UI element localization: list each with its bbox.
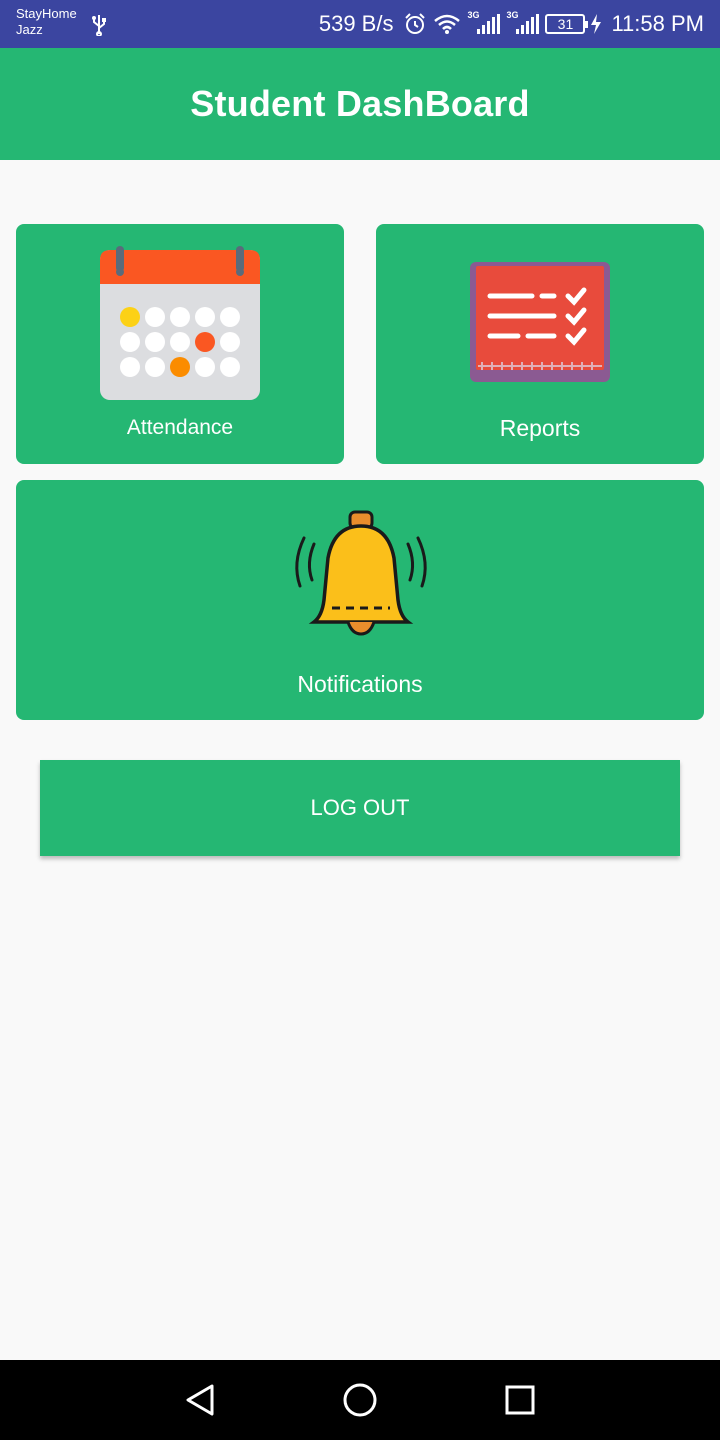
reports-card[interactable]: Reports — [376, 224, 704, 464]
logout-button[interactable]: LOG OUT — [40, 760, 680, 856]
status-bar: StayHome Jazz 539 B/s 3G 3G 31 11:58 PM — [0, 0, 720, 48]
back-icon[interactable] — [180, 1380, 220, 1420]
signal-icon-1: 3G — [467, 10, 501, 34]
charging-icon — [591, 14, 602, 34]
clock: 11:58 PM — [611, 11, 704, 36]
attendance-label: Attendance — [126, 416, 234, 439]
bell-icon — [295, 510, 427, 636]
carrier-info: StayHome Jazz — [16, 6, 77, 38]
signal2-label: 3G — [506, 10, 519, 20]
calendar-icon — [100, 246, 260, 400]
battery-icon: 31 — [545, 14, 589, 34]
carrier-line2: Jazz — [16, 22, 43, 37]
carrier-line1: StayHome — [16, 6, 77, 21]
usb-icon — [92, 15, 106, 36]
attendance-card[interactable]: Attendance — [16, 224, 344, 464]
battery-level: 31 — [557, 16, 574, 32]
home-icon[interactable] — [340, 1380, 380, 1420]
app-bar: Student DashBoard — [0, 48, 720, 160]
notifications-label: Notifications — [297, 671, 423, 697]
status-icons: 539 B/s 3G 3G 31 11:58 PM — [319, 0, 704, 48]
recents-icon[interactable] — [500, 1380, 540, 1420]
alarm-icon — [405, 13, 426, 34]
checklist-report-icon — [470, 262, 610, 382]
signal1-label: 3G — [467, 10, 480, 20]
notifications-card[interactable]: Notifications — [16, 480, 704, 720]
signal-icon-2: 3G — [506, 10, 540, 34]
reports-label: Reports — [499, 415, 581, 441]
page-title: Student DashBoard — [190, 83, 530, 124]
navigation-bar — [0, 1360, 720, 1440]
wifi-icon — [434, 14, 461, 34]
net-speed: 539 B/s — [318, 11, 394, 36]
